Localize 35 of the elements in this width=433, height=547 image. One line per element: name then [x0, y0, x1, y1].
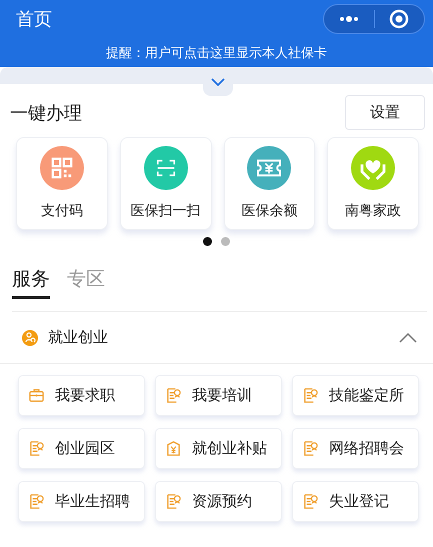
document-icon	[302, 440, 319, 457]
page-dot[interactable]	[221, 237, 230, 246]
service-button[interactable]: 就创业补贴	[155, 428, 282, 469]
people-icon	[22, 330, 38, 346]
service-button[interactable]: 资源预约	[155, 481, 282, 522]
document-icon	[302, 493, 319, 510]
service-button[interactable]: 技能鉴定所	[292, 375, 419, 416]
section-title: 一键办理	[10, 102, 82, 124]
chevron-down-icon	[211, 78, 225, 86]
page-title: 首页	[16, 8, 52, 31]
page-dot[interactable]	[203, 237, 212, 246]
service-button[interactable]: 创业园区	[18, 428, 145, 469]
shortcut-card[interactable]: 医保余额	[224, 137, 316, 230]
more-icon[interactable]	[338, 15, 360, 23]
service-button[interactable]: 我要求职	[18, 375, 145, 416]
service-button[interactable]: 失业登记	[292, 481, 419, 522]
chevron-up-icon[interactable]	[399, 332, 417, 344]
document-icon	[302, 387, 319, 404]
category-title: 就业创业	[48, 328, 109, 347]
yuan-house-icon	[165, 440, 182, 457]
briefcase-icon	[28, 387, 45, 404]
document-icon	[28, 440, 45, 457]
close-icon[interactable]	[389, 9, 410, 29]
document-icon	[165, 493, 182, 510]
document-icon	[28, 493, 45, 510]
tab[interactable]: 服务	[12, 266, 50, 299]
service-button[interactable]: 我要培训	[155, 375, 282, 416]
settings-button[interactable]: 设置	[345, 95, 425, 130]
notice-link[interactable]: 提醒：用户可点击这里显示本人社保卡	[0, 44, 433, 62]
shortcut-card[interactable]: 医保扫一扫	[120, 137, 212, 230]
shortcut-card[interactable]: 支付码	[16, 137, 108, 230]
service-button[interactable]: 网络招聘会	[292, 428, 419, 469]
service-button[interactable]: 毕业生招聘	[18, 481, 145, 522]
shortcut-card[interactable]: 南粤家政	[327, 137, 419, 230]
document-icon	[165, 387, 182, 404]
